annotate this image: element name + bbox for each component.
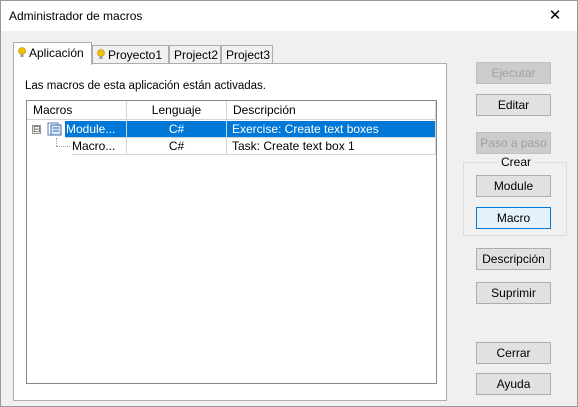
tab-proyecto1[interactable]: Proyecto1 xyxy=(92,45,169,65)
tab-project3[interactable]: Project3 xyxy=(221,45,273,65)
tab-panel-aplicacion: Las macros de esta aplicación están acti… xyxy=(13,63,447,401)
window-title: Administrador de macros xyxy=(9,9,143,23)
tab-project2[interactable]: Project2 xyxy=(169,45,221,65)
close-icon[interactable]: ✕ xyxy=(533,1,577,31)
language-cell: C# xyxy=(127,138,227,155)
table-row[interactable]: Macro... C# Task: Create text box 1 xyxy=(27,138,436,155)
delete-button[interactable]: Suprimir xyxy=(476,282,551,304)
table-row[interactable]: ⊟ Module... C# Exercise: Create text box… xyxy=(27,121,436,138)
tab-label: Proyecto1 xyxy=(108,48,163,62)
run-button[interactable]: Ejecutar xyxy=(476,62,551,84)
create-group-label: Crear xyxy=(498,155,535,169)
title-bar: Administrador de macros ✕ xyxy=(1,1,577,31)
lightbulb-icon xyxy=(18,47,26,57)
macros-grid[interactable]: Macros Lenguaje Descripción ⊟ Module... … xyxy=(26,100,437,384)
column-header-descripcion[interactable]: Descripción xyxy=(227,101,436,120)
step-button[interactable]: Paso a paso xyxy=(476,132,551,154)
module-icon xyxy=(47,122,62,136)
create-macro-button[interactable]: Macro xyxy=(476,207,551,229)
close-button[interactable]: Cerrar xyxy=(476,342,551,364)
description-button[interactable]: Descripción xyxy=(476,248,551,270)
tab-aplicacion[interactable]: Aplicación xyxy=(13,42,92,65)
collapse-icon[interactable]: ⊟ xyxy=(32,125,41,134)
macro-name-cell: Macro... xyxy=(72,138,127,155)
tree-line xyxy=(56,138,57,146)
macro-manager-window: Administrador de macros ✕ Aplicación Pro… xyxy=(0,0,578,407)
description-cell: Task: Create text box 1 xyxy=(227,138,436,155)
help-button[interactable]: Ayuda xyxy=(476,373,551,395)
tree-line xyxy=(56,146,70,147)
tab-label: Project2 xyxy=(174,48,219,62)
language-cell: C# xyxy=(127,121,227,138)
tab-label: Project3 xyxy=(226,48,271,62)
macro-name-cell: Module... xyxy=(65,121,127,138)
column-header-lenguaje[interactable]: Lenguaje xyxy=(127,101,227,120)
macro-status-text: Las macros de esta aplicación están acti… xyxy=(25,80,266,92)
description-cell: Exercise: Create text boxes xyxy=(227,121,436,138)
lightbulb-icon xyxy=(97,49,105,59)
edit-button[interactable]: Editar xyxy=(476,94,551,116)
column-header-macros[interactable]: Macros xyxy=(27,101,127,120)
tab-label: Aplicación xyxy=(29,46,84,60)
grid-header: Macros Lenguaje Descripción xyxy=(27,101,436,120)
create-module-button[interactable]: Module xyxy=(476,175,551,197)
